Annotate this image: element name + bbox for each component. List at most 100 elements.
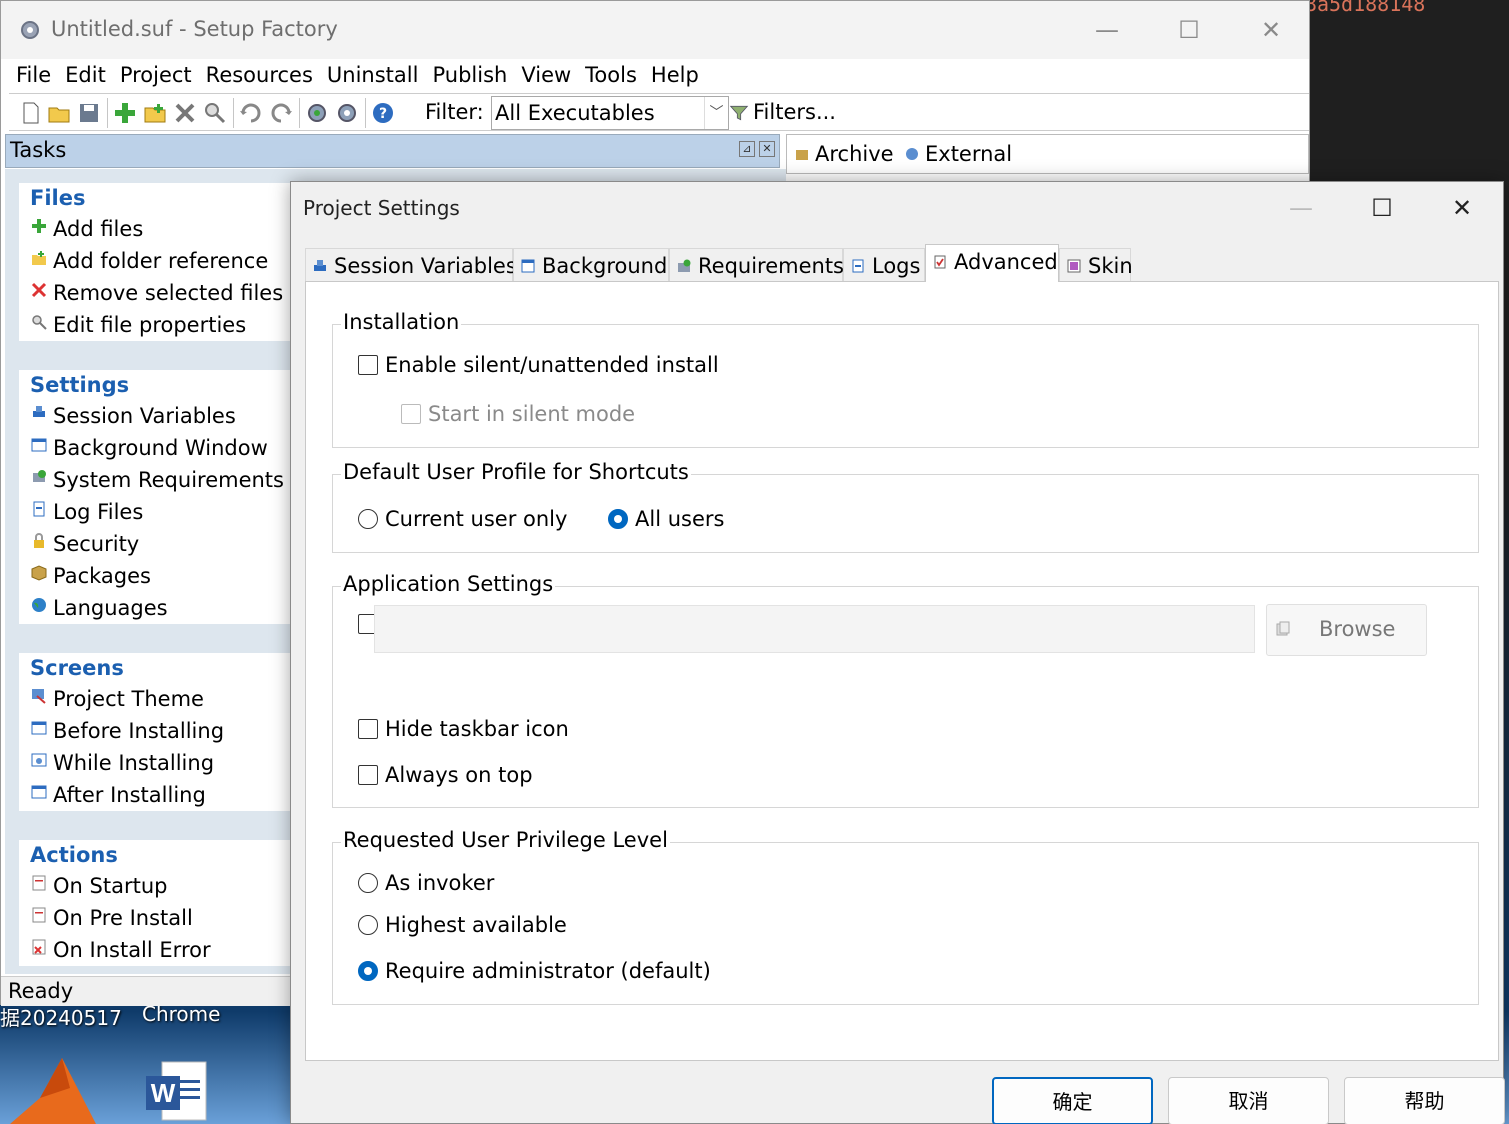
menu-view[interactable]: View — [514, 59, 578, 91]
tab-background[interactable]: Background — [513, 248, 669, 282]
task-log-files[interactable]: Log Files — [19, 496, 309, 528]
tab-logs[interactable]: Logs — [843, 248, 925, 282]
task-before-installing[interactable]: Before Installing — [19, 715, 309, 747]
help-button[interactable]: 帮助 — [1344, 1077, 1505, 1124]
add-icon[interactable] — [113, 101, 137, 125]
matlab-icon[interactable] — [10, 1058, 96, 1124]
menu-file[interactable]: File — [9, 59, 58, 91]
task-system-requirements[interactable]: System Requirements — [19, 464, 309, 496]
tab-external-label: External — [925, 142, 1013, 166]
advanced-icon — [934, 255, 946, 269]
checkbox-box[interactable] — [358, 719, 378, 739]
pin-icon[interactable]: ⊿ — [739, 141, 755, 157]
checkbox-box[interactable] — [358, 765, 378, 785]
checkbox-label: Enable silent/unattended install — [385, 353, 719, 377]
task-add-files[interactable]: Add files — [19, 213, 309, 245]
tab-advanced[interactable]: Advanced — [925, 244, 1059, 282]
settings-gear-icon[interactable] — [335, 101, 359, 125]
status-text: Ready — [8, 979, 74, 1003]
pane-close-icon[interactable]: ✕ — [759, 141, 775, 157]
radio-button[interactable] — [358, 873, 378, 893]
menu-tools[interactable]: Tools — [578, 59, 644, 91]
delete-icon[interactable] — [173, 101, 197, 125]
task-edit-file-properties[interactable]: Edit file properties — [19, 309, 309, 341]
build-icon[interactable] — [305, 101, 329, 125]
filters-button[interactable]: Filters... — [753, 100, 836, 124]
new-file-icon[interactable] — [19, 101, 43, 125]
checkbox-label: Start in silent mode — [428, 402, 636, 426]
menu-help[interactable]: Help — [644, 59, 706, 91]
custom-icon-path-input — [374, 605, 1255, 653]
task-project-theme[interactable]: Project Theme — [19, 683, 309, 715]
dialog-close-button[interactable]: ✕ — [1434, 190, 1490, 226]
cancel-button[interactable]: 取消 — [1168, 1077, 1329, 1124]
save-icon[interactable] — [77, 101, 101, 125]
task-label: After Installing — [53, 783, 206, 807]
radio-button[interactable] — [358, 509, 378, 529]
menu-project[interactable]: Project — [113, 59, 199, 91]
redo-icon[interactable] — [269, 101, 293, 125]
task-label: While Installing — [53, 751, 215, 775]
undo-icon[interactable] — [239, 101, 263, 125]
task-session-variables[interactable]: Session Variables — [19, 400, 309, 432]
group-actions-title[interactable]: Actions — [19, 840, 309, 870]
tab-label: Skin — [1088, 254, 1133, 278]
log-file-icon — [852, 259, 864, 273]
tab-requirements[interactable]: Requirements — [669, 248, 844, 282]
task-packages[interactable]: Packages — [19, 560, 309, 592]
task-languages[interactable]: Languages — [19, 592, 309, 624]
radio-button[interactable] — [358, 961, 378, 981]
menu-uninstall[interactable]: Uninstall — [320, 59, 426, 91]
task-remove-files[interactable]: Remove selected files — [19, 277, 309, 309]
svg-text:?: ? — [379, 106, 387, 122]
theme-icon — [32, 689, 46, 704]
tab-external[interactable]: External — [897, 137, 1020, 171]
group-files-title[interactable]: Files — [19, 183, 309, 213]
task-on-startup[interactable]: On Startup — [19, 870, 309, 902]
tab-archive[interactable]: Archive — [787, 137, 902, 171]
task-label: Background Window — [53, 436, 268, 460]
word-icon[interactable]: W — [144, 1058, 210, 1124]
filter-select[interactable]: All Executables ﹀ — [491, 96, 729, 130]
task-security[interactable]: Security — [19, 528, 309, 560]
menu-resources[interactable]: Resources — [199, 59, 320, 91]
add-folder-icon[interactable] — [143, 101, 167, 125]
filter-funnel-icon — [729, 105, 749, 121]
group-settings: Settings Session Variables Background Wi… — [19, 370, 309, 624]
advanced-tab-panel: Installation Enable silent/unattended in… — [305, 281, 1499, 1061]
task-label: Packages — [53, 564, 151, 588]
close-button[interactable]: ✕ — [1241, 11, 1301, 49]
task-background-window[interactable]: Background Window — [19, 432, 309, 464]
menu-publish[interactable]: Publish — [425, 59, 514, 91]
ok-button[interactable]: 确定 — [992, 1077, 1153, 1124]
radio-button[interactable] — [608, 509, 628, 529]
properties-icon[interactable] — [203, 101, 227, 125]
filter-select-value: All Executables — [495, 101, 655, 125]
task-on-install-error[interactable]: On Install Error — [19, 934, 309, 966]
task-add-folder-reference[interactable]: Add folder reference — [19, 245, 309, 277]
dialog-maximize-button[interactable]: ☐ — [1354, 190, 1410, 226]
open-folder-icon[interactable] — [47, 101, 71, 125]
group-screens-title[interactable]: Screens — [19, 653, 309, 683]
menu-edit[interactable]: Edit — [58, 59, 113, 91]
radio-label: As invoker — [385, 871, 495, 895]
checkbox-label: Always on top — [385, 763, 533, 787]
maximize-button[interactable]: ☐ — [1159, 11, 1219, 49]
tab-skin[interactable]: Skin — [1059, 248, 1133, 282]
radio-label: Highest available — [385, 913, 567, 937]
tab-session-variables[interactable]: Session Variables — [305, 248, 517, 282]
task-on-pre-install[interactable]: On Pre Install — [19, 902, 309, 934]
lock-icon — [34, 533, 44, 548]
checkbox-box[interactable] — [358, 355, 378, 375]
desktop-file-label[interactable]: 据20240517 — [0, 1002, 122, 1031]
task-after-installing[interactable]: After Installing — [19, 779, 309, 811]
radio-button[interactable] — [358, 915, 378, 935]
archive-icon — [796, 150, 808, 160]
task-while-installing[interactable]: While Installing — [19, 747, 309, 779]
minimize-button[interactable]: — — [1077, 11, 1137, 49]
radio-label: All users — [635, 507, 725, 531]
title-bar: Untitled.suf - Setup Factory — ☐ ✕ — [1, 1, 1309, 59]
help-icon[interactable]: ? — [371, 101, 395, 125]
group-settings-title[interactable]: Settings — [19, 370, 309, 400]
requirements-icon — [33, 470, 46, 482]
